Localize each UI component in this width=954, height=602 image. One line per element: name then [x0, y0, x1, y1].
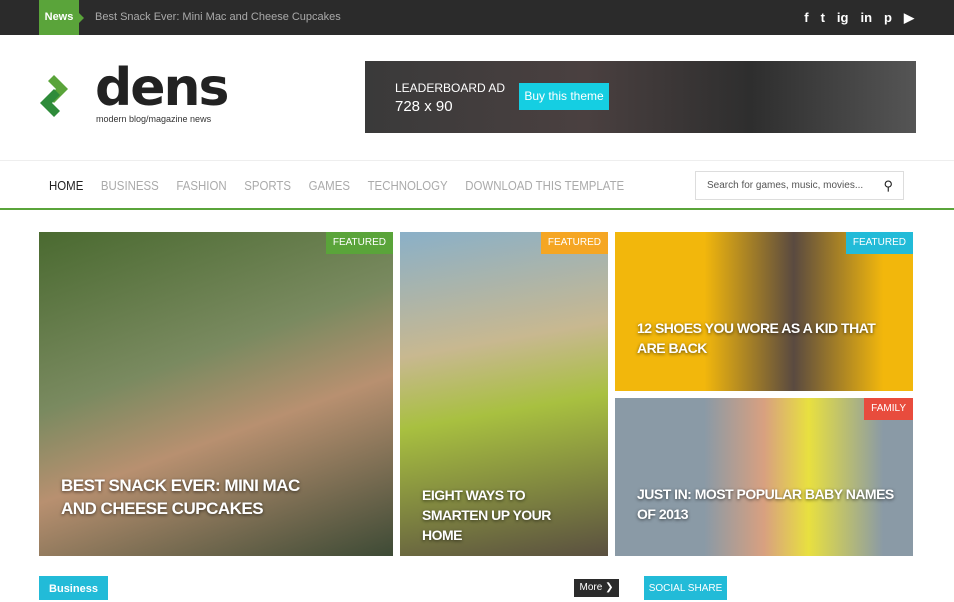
category-badge[interactable]: FEATURED [845, 232, 913, 254]
linkedin-icon[interactable]: in [860, 0, 872, 35]
featured-card[interactable]: FEATURED EIGHT WAYS TO SMARTEN UP YOUR H… [400, 232, 608, 556]
leaderboard-ad[interactable]: LEADERBOARD AD 728 x 90 Buy this theme [365, 61, 916, 133]
featured-card[interactable]: FEATURED 12 SHOES YOU WORE AS A KID THAT… [615, 232, 913, 391]
category-badge[interactable]: FAMILY [864, 398, 913, 420]
nav-games[interactable]: GAMES [309, 161, 350, 210]
logo-tagline: modern blog/magazine news [96, 114, 212, 124]
card-title[interactable]: JUST IN: MOST POPULAR BABY NAMES OF 2013 [637, 484, 897, 524]
nav-sports[interactable]: SPORTS [244, 161, 291, 210]
featured-card[interactable]: FAMILY JUST IN: MOST POPULAR BABY NAMES … [615, 398, 913, 556]
section-business-label[interactable]: Business [39, 576, 108, 600]
category-badge[interactable]: FEATURED [540, 232, 608, 254]
main-nav: HOME BUSINESS FASHION SPORTS GAMES TECHN… [0, 160, 954, 210]
logo-wordmark: dens [95, 58, 229, 118]
nav-download[interactable]: DOWNLOAD THIS TEMPLATE [465, 161, 624, 210]
ad-label: LEADERBOARD AD [395, 81, 506, 95]
buy-theme-button[interactable]: Buy this theme [519, 83, 609, 110]
pinterest-icon[interactable]: p [884, 0, 892, 35]
search-input[interactable]: Search for games, music, movies... ⚲ [695, 171, 904, 200]
site-logo[interactable]: dens modern blog/magazine news [40, 58, 229, 127]
card-title[interactable]: 12 SHOES YOU WORE AS A KID THAT ARE BACK [637, 318, 887, 358]
more-button[interactable]: More ❯ [574, 579, 619, 597]
social-links: f t ig in p ▶ [804, 0, 914, 35]
youtube-icon[interactable]: ▶ [904, 0, 914, 35]
instagram-icon[interactable]: ig [837, 0, 849, 35]
search-placeholder: Search for games, music, movies... [707, 180, 864, 191]
nav-fashion[interactable]: FASHION [176, 161, 226, 210]
ad-size: 728 x 90 [395, 98, 453, 115]
top-bar: News Best Snack Ever: Mini Mac and Chees… [0, 0, 954, 35]
nav-business[interactable]: BUSINESS [101, 161, 159, 210]
nav-home[interactable]: HOME [49, 161, 83, 210]
card-title[interactable]: BEST SNACK EVER: MINI MAC AND CHEESE CUP… [61, 474, 331, 520]
section-social-share-label: SOCIAL SHARE [644, 576, 727, 600]
news-badge: News [39, 0, 84, 35]
search-icon[interactable]: ⚲ [883, 172, 893, 199]
logo-mark-icon [40, 75, 68, 117]
news-ticker[interactable]: Best Snack Ever: Mini Mac and Cheese Cup… [95, 0, 341, 35]
facebook-icon[interactable]: f [804, 0, 808, 35]
card-title[interactable]: EIGHT WAYS TO SMARTEN UP YOUR HOME [422, 485, 592, 545]
nav-technology[interactable]: TECHNOLOGY [368, 161, 448, 210]
category-badge[interactable]: FEATURED [325, 232, 393, 254]
featured-card[interactable]: FEATURED BEST SNACK EVER: MINI MAC AND C… [39, 232, 393, 556]
twitter-icon[interactable]: t [821, 0, 825, 35]
